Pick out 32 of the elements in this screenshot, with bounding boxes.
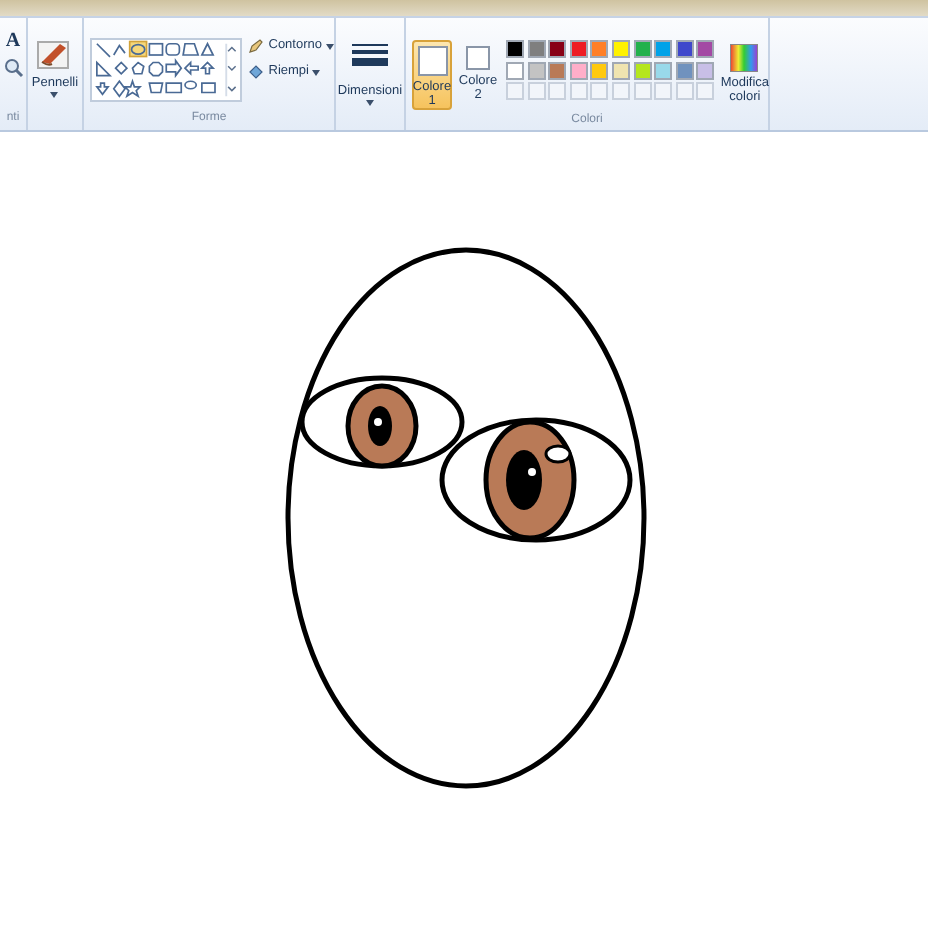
color-swatch[interactable] (569, 40, 588, 58)
caret-icon (326, 43, 334, 49)
brush-icon (36, 38, 73, 70)
color-swatch[interactable] (611, 61, 630, 80)
color-swatch[interactable] (527, 61, 546, 80)
color-swatch[interactable] (548, 61, 567, 80)
color-swatch[interactable] (675, 61, 694, 80)
color-swatch[interactable] (506, 40, 524, 58)
color-swatch[interactable] (527, 40, 546, 58)
bucket-icon (248, 64, 265, 80)
color-swatch[interactable] (590, 61, 609, 80)
color-swatch[interactable] (675, 40, 694, 58)
color-swatch[interactable] (633, 61, 652, 80)
color-spectrum-icon (730, 44, 759, 72)
color-swatch[interactable] (696, 40, 715, 58)
color-swatch[interactable] (654, 61, 673, 80)
caret-icon (366, 100, 374, 107)
magnifier-icon[interactable] (3, 58, 23, 78)
color-swatch[interactable] (548, 40, 567, 58)
caret-icon (312, 69, 321, 75)
color-swatch[interactable] (506, 61, 524, 80)
color-swatch[interactable] (611, 40, 630, 58)
text-tool-button[interactable]: A (5, 30, 21, 52)
color-swatch[interactable] (590, 40, 609, 58)
color-swatch[interactable] (654, 40, 673, 58)
color-swatch[interactable] (569, 61, 588, 80)
caret-icon (50, 92, 59, 99)
color-swatch[interactable] (633, 40, 652, 58)
pencil-icon (248, 38, 265, 54)
line-widths-icon (352, 44, 388, 66)
color-swatch[interactable] (696, 61, 715, 80)
shapes-gallery-drawing[interactable] (90, 38, 243, 102)
